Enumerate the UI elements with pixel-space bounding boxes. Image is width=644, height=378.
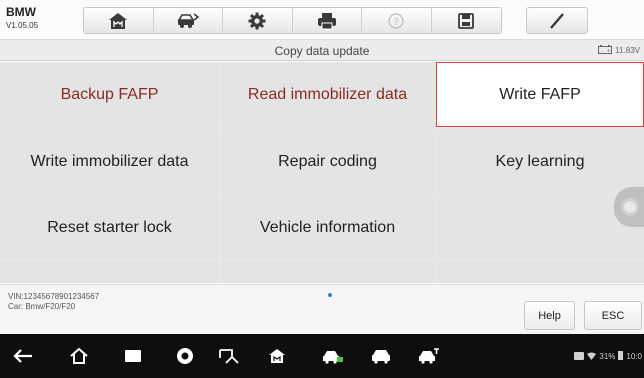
back-arrow-icon: [13, 349, 32, 363]
vehicle-swap-button[interactable]: [154, 8, 223, 33]
info-bar: VIN:12345678901234567 Car: Bmw/F20/F20 H…: [0, 284, 644, 334]
diag-home-icon: [269, 349, 285, 363]
help-toolbar-button[interactable]: ?: [362, 8, 432, 33]
backup-fafp-label: Backup FAFP: [60, 85, 159, 103]
esc-button[interactable]: ESC: [584, 301, 642, 330]
clock: 10:0: [626, 352, 642, 361]
reset-starter-lock-label: Reset starter lock: [47, 218, 172, 236]
back-button[interactable]: [12, 346, 34, 366]
page-indicator-dot: [328, 293, 332, 297]
help-button[interactable]: Help: [524, 301, 575, 330]
empty-cell: [0, 261, 219, 283]
vehicle-charge-button[interactable]: [322, 346, 344, 366]
app-version: V1.05.05: [6, 21, 39, 30]
app-name: BMW: [6, 5, 36, 19]
vehicle-button[interactable]: [370, 346, 392, 366]
home-nav-icon: [70, 348, 88, 364]
empty-cell: [436, 261, 644, 283]
status-area: 31% 10:0: [574, 351, 642, 362]
empty-cell: [436, 196, 644, 259]
backup-fafp-button[interactable]: Backup FAFP: [0, 62, 219, 127]
wifi-icon: [587, 352, 597, 362]
recent-apps-button[interactable]: [122, 346, 144, 366]
function-grid: Backup FAFP Read immobilizer data Write …: [0, 62, 644, 283]
floating-assist-button[interactable]: [614, 187, 644, 227]
battery-voltage: - + 11.83V: [598, 45, 640, 56]
printer-icon: [317, 12, 337, 30]
key-learning-label: Key learning: [495, 152, 585, 170]
vin-text: VIN:12345678901234567: [8, 292, 100, 301]
read-immobilizer-data-button[interactable]: Read immobilizer data: [221, 62, 434, 127]
system-nav-bar: 31% 10:0: [0, 334, 644, 378]
pen-icon: [548, 12, 566, 30]
write-immobilizer-data-button[interactable]: Write immobilizer data: [0, 129, 219, 194]
save-button[interactable]: [432, 8, 502, 33]
battery-level: 31%: [599, 352, 616, 361]
battery-icon: - +: [598, 45, 613, 56]
print-button[interactable]: [293, 8, 362, 33]
home-button[interactable]: [84, 8, 154, 33]
cast-button[interactable]: [218, 346, 240, 366]
svg-text:+: +: [607, 49, 611, 55]
write-fafp-label: Write FAFP: [499, 85, 581, 103]
remote-car-icon: [419, 348, 439, 364]
read-immobilizer-data-label: Read immobilizer data: [247, 85, 408, 103]
status-battery-icon: [618, 351, 624, 362]
car-battery-icon: [323, 351, 343, 364]
pen-button[interactable]: [527, 8, 587, 33]
svg-text:-: -: [602, 49, 604, 55]
save-icon: [458, 12, 475, 29]
floating-circle-icon: [621, 198, 639, 216]
home-nav-button[interactable]: [68, 346, 90, 366]
write-immobilizer-data-label: Write immobilizer data: [30, 152, 189, 170]
car-swap-icon: [176, 12, 200, 30]
recent-apps-icon: [125, 350, 141, 362]
repair-coding-label: Repair coding: [278, 152, 377, 170]
browser-button[interactable]: [174, 346, 196, 366]
remote-vehicle-button[interactable]: [418, 346, 440, 366]
help-icon: ?: [388, 12, 404, 29]
edit-toolbar-group: [526, 7, 588, 34]
write-fafp-button[interactable]: Write FAFP: [436, 62, 644, 127]
reset-starter-lock-button[interactable]: Reset starter lock: [0, 196, 219, 259]
repair-coding-button[interactable]: Repair coding: [221, 129, 434, 194]
screen-cast-icon: [219, 349, 239, 364]
settings-button[interactable]: [223, 8, 293, 33]
car-text: Car: Bmw/F20/F20: [8, 302, 76, 311]
key-learning-button[interactable]: Key learning: [436, 129, 644, 194]
message-icon: [574, 351, 585, 362]
page-title: Copy data update: [274, 44, 370, 58]
title-bar: Copy data update - + 11.83V: [0, 40, 644, 61]
vehicle-information-button[interactable]: Vehicle information: [221, 196, 434, 259]
top-toolbar: BMW V1.05.05 ?: [0, 0, 644, 40]
diag-home-button[interactable]: [266, 346, 288, 366]
empty-cell: [221, 261, 434, 283]
car-icon: [372, 350, 390, 364]
browser-icon: [177, 348, 193, 364]
home-icon: [107, 12, 129, 30]
toolbar-button-group: ?: [83, 7, 502, 34]
vehicle-information-label: Vehicle information: [259, 218, 396, 236]
battery-voltage-value: 11.83V: [615, 46, 640, 55]
settings-gear-icon: [248, 12, 266, 30]
svg-text:?: ?: [394, 17, 399, 28]
